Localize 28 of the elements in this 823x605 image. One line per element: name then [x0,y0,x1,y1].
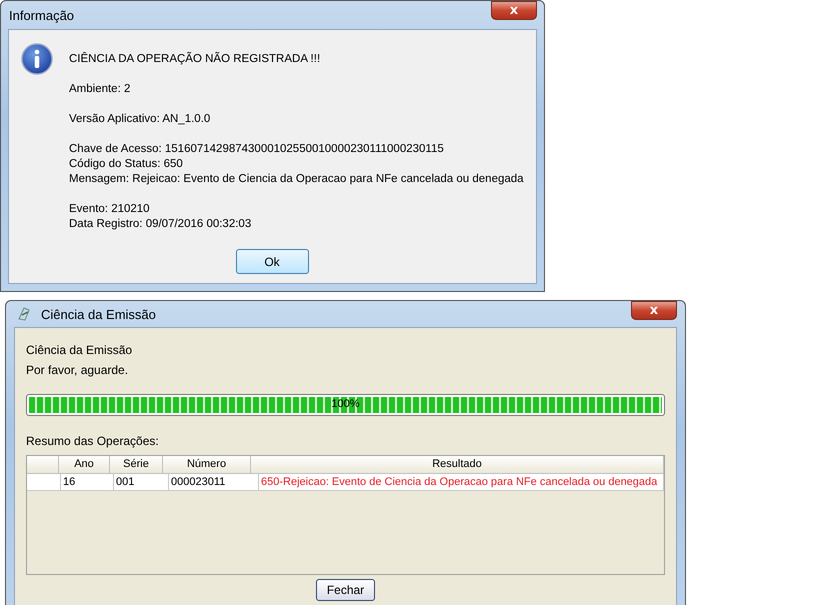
message-line: Chave de Acesso: 15160714298743000102550010000230111000230115 [69,142,445,157]
table-cell: 001 [116,476,134,488]
message-line: Mensagem: Rejeicao: Evento de Ciencia da Operacao para NFe cancelada ou denegada [69,172,524,187]
info-icon [21,43,53,75]
app-icon [16,306,32,322]
status-text: Por favor, aguarde. [26,362,130,378]
table-row[interactable]: 16 001 000023011 650-Rejeicao: Evento de Ciencia da Operacao para NFe cancelada ou denegada [27,474,664,491]
column-header: Ano [74,458,94,470]
ok-button[interactable]: Ok [236,249,308,274]
close-dialog-button[interactable]: Fechar [316,579,375,601]
table-cell: 650-Rejeicao: Evento de Ciencia da Operacao para NFe cancelada ou denegada [261,476,658,488]
message-line: Versão Aplicativo: AN_1.0.0 [69,112,212,127]
message-line: Evento: 210210 [69,202,151,217]
window-title: Ciência da Emissão [40,306,156,322]
message-line: Data Registro: 09/07/2016 00:32:03 [69,217,252,232]
close-button[interactable]: x [491,1,537,20]
window-title: Informação [8,8,74,22]
heading-text: Ciência da Emissão [26,342,134,358]
message-line: CIÊNCIA DA OPERAÇÃO NÃO REGISTRADA !!! [69,52,322,67]
close-button[interactable]: x [631,301,677,320]
table-cell: 16 [63,476,76,488]
section-label: Resumo das Operações: [26,433,160,449]
column-header: Número [186,458,226,470]
column-header: Série [123,458,149,470]
message-line: Código do Status: 650 [69,157,184,172]
column-header: Resultado [432,458,482,470]
table-cell: 000023011 [171,476,226,488]
message-line: Ambiente: 2 [69,82,132,97]
